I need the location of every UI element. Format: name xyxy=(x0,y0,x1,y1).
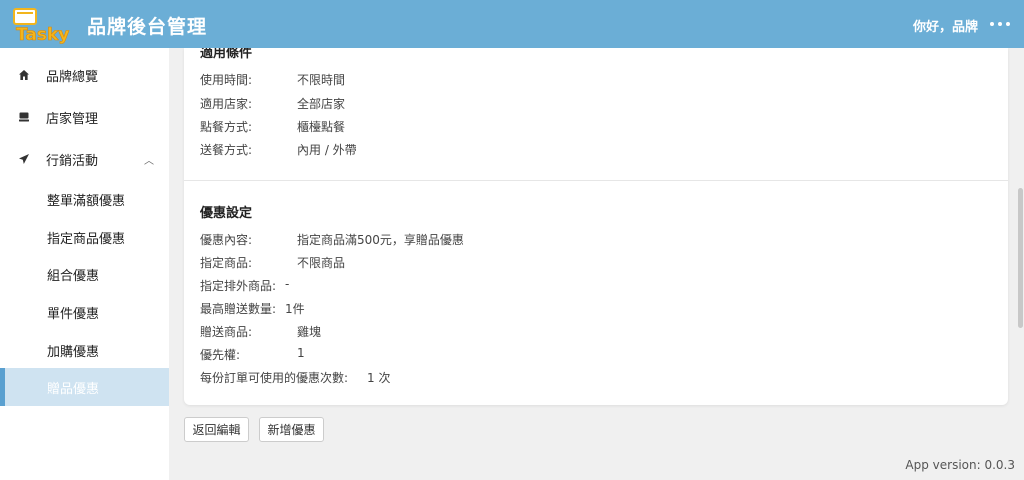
sidebar-subitem-order-threshold[interactable]: 整單滿額優惠 xyxy=(0,180,169,218)
app-version: App version: 0.0.3 xyxy=(905,458,1015,472)
back-to-edit-button[interactable]: 返回編輯 xyxy=(184,417,249,442)
home-icon xyxy=(17,68,31,82)
sidebar-item-brand-overview[interactable]: 品牌總覽 xyxy=(0,56,169,94)
section-divider xyxy=(184,180,1008,181)
chevron-up-icon[interactable]: ︿ xyxy=(144,152,154,167)
tasky-logo[interactable]: Tasky xyxy=(12,6,72,44)
send-icon xyxy=(17,152,31,166)
more-options-icon[interactable] xyxy=(990,14,1010,34)
sidebar-subitem-label: 加購優惠 xyxy=(47,344,100,360)
sidebar-subitem-single[interactable]: 單件優惠 xyxy=(0,293,169,331)
promotion-detail-card: 適用條件 使用時間: 不限時間 適用店家: 全部店家 點餐方式: 櫃檯點餐 送餐… xyxy=(184,48,1008,405)
store-icon xyxy=(17,110,31,124)
main-content: 適用條件 使用時間: 不限時間 適用店家: 全部店家 點餐方式: 櫃檯點餐 送餐… xyxy=(169,48,1024,480)
sidebar-item-store-management[interactable]: 店家管理 xyxy=(0,98,169,136)
sidebar-subitem-specified-product[interactable]: 指定商品優惠 xyxy=(0,218,169,256)
sidebar-subitem-label: 單件優惠 xyxy=(47,306,100,322)
sidebar-item-label: 品牌總覽 xyxy=(46,69,99,85)
sidebar-subitem-combo[interactable]: 組合優惠 xyxy=(0,255,169,293)
add-promotion-button[interactable]: 新增優惠 xyxy=(259,417,324,442)
sidebar-subitem-label: 指定商品優惠 xyxy=(47,231,126,247)
discount-section-title: 優惠設定 xyxy=(200,206,253,221)
sidebar: 品牌總覽 店家管理 行銷活動 ︿ 整單滿額優惠 指定商品優惠 組合優惠 單件優惠… xyxy=(0,48,169,480)
svg-text:Tasky: Tasky xyxy=(16,25,69,44)
scrollbar[interactable] xyxy=(1016,48,1024,480)
conditions-section-title: 適用條件 xyxy=(200,48,253,61)
top-header: Tasky 品牌後台管理 你好，品牌 xyxy=(0,0,1024,48)
sidebar-subitem-label: 整單滿額優惠 xyxy=(47,193,126,209)
sidebar-item-label: 行銷活動 xyxy=(46,153,99,169)
sidebar-subitem-label: 組合優惠 xyxy=(47,268,100,284)
sidebar-subitem-label: 贈品優惠 xyxy=(47,381,100,397)
sidebar-item-marketing[interactable]: 行銷活動 ︿ xyxy=(0,140,169,178)
sidebar-subitem-addon[interactable]: 加購優惠 xyxy=(0,331,169,369)
scrollbar-thumb[interactable] xyxy=(1018,188,1023,328)
app-title: 品牌後台管理 xyxy=(87,16,208,38)
sidebar-item-label: 店家管理 xyxy=(46,111,99,127)
sidebar-subitem-gift[interactable]: 贈品優惠 xyxy=(0,368,169,406)
user-greeting[interactable]: 你好，品牌 xyxy=(913,16,978,35)
